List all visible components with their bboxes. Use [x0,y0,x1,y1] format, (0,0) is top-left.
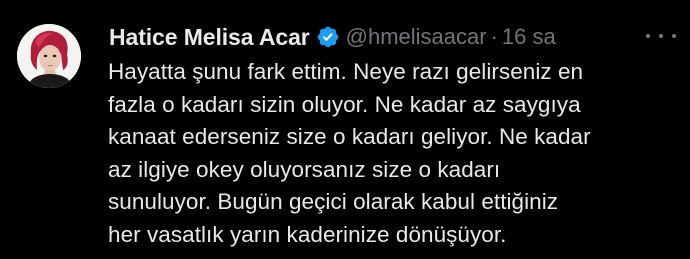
timestamp[interactable]: 16 sa [502,24,556,50]
tweet-text: Hayatta şunu fark ettim. Neye razı gelir… [108,59,591,247]
verified-badge-icon[interactable] [316,25,340,49]
separator-dot: · [490,24,498,49]
display-name[interactable]: Hatice Melisa Acar [109,24,310,51]
avatar[interactable] [17,24,81,88]
avatar-image [17,24,81,88]
user-handle[interactable]: @hmelisaacar [346,24,487,50]
tweet[interactable]: Hatice Melisa Acar @hmelisaacar · 16 sa … [0,0,690,259]
tweet-header: Hatice Melisa Acar @hmelisaacar · 16 sa [109,22,556,52]
more-dot [646,34,650,38]
more-horizontal-icon[interactable] [646,30,676,42]
more-dot [659,34,663,38]
more-dot [672,34,676,38]
